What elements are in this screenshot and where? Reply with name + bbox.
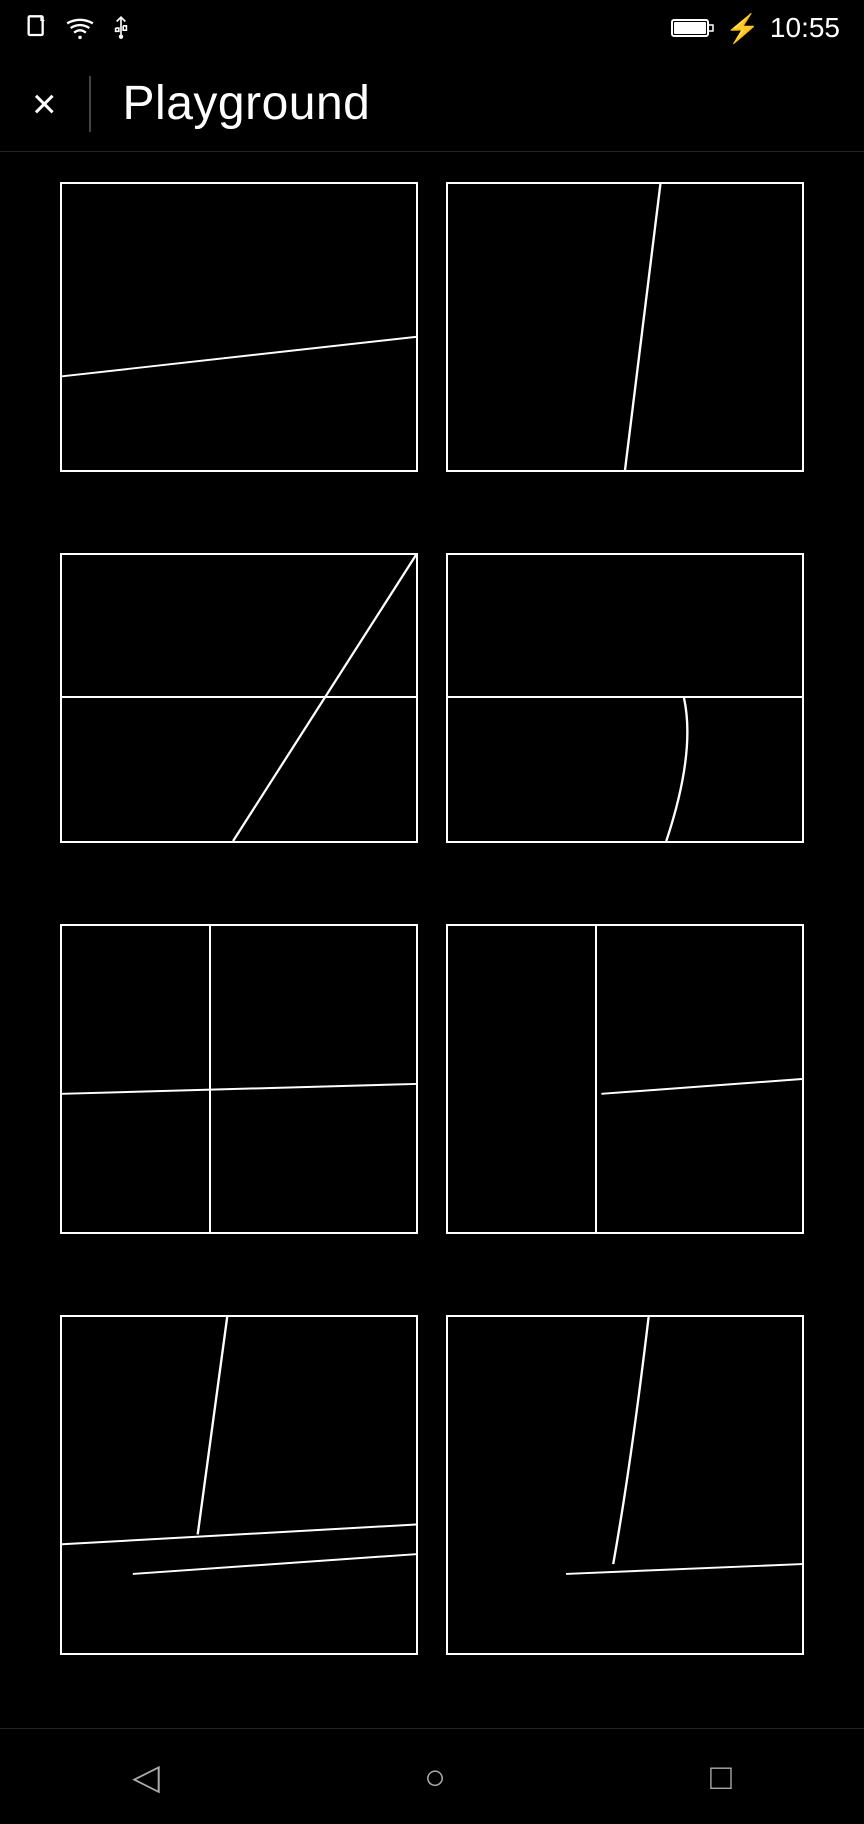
svg-lines-4-1 xyxy=(62,1317,416,1653)
layout-grid xyxy=(0,152,864,1728)
grid-item-1-2[interactable] xyxy=(446,182,804,472)
grid-item-2-2[interactable] xyxy=(446,553,804,843)
bolt-icon: ⚡ xyxy=(725,12,760,45)
header: × Playground xyxy=(0,56,864,152)
svg-lines-2-2 xyxy=(448,555,802,841)
svg-lines-4-2 xyxy=(448,1317,802,1653)
svg-lines-1-1 xyxy=(62,184,416,470)
status-right-info: ⚡ 10:55 xyxy=(671,12,840,45)
usb-icon xyxy=(108,14,134,42)
close-button[interactable]: × xyxy=(32,83,57,125)
grid-item-1-1[interactable] xyxy=(60,182,418,472)
recents-button[interactable]: □ xyxy=(710,1756,732,1798)
status-left-icons xyxy=(24,14,134,42)
grid-item-4-1[interactable] xyxy=(60,1315,418,1655)
home-button[interactable]: ○ xyxy=(424,1756,446,1798)
svg-lines-3-2 xyxy=(448,926,802,1232)
header-divider xyxy=(89,76,91,132)
status-time: 10:55 xyxy=(770,12,840,44)
doc-icon xyxy=(24,14,52,42)
grid-item-3-1[interactable] xyxy=(60,924,418,1234)
battery-icon xyxy=(671,17,715,39)
wifi-icon xyxy=(64,14,96,42)
svg-lines-3-1 xyxy=(62,926,416,1232)
grid-item-2-1[interactable] xyxy=(60,553,418,843)
svg-lines-2-1 xyxy=(62,555,416,841)
nav-bar: ◁ ○ □ xyxy=(0,1728,864,1824)
back-button[interactable]: ◁ xyxy=(132,1756,160,1798)
status-bar: ⚡ 10:55 xyxy=(0,0,864,56)
grid-item-4-2[interactable] xyxy=(446,1315,804,1655)
grid-item-3-2[interactable] xyxy=(446,924,804,1234)
page-title: Playground xyxy=(123,76,371,131)
svg-lines-1-2 xyxy=(448,184,802,470)
